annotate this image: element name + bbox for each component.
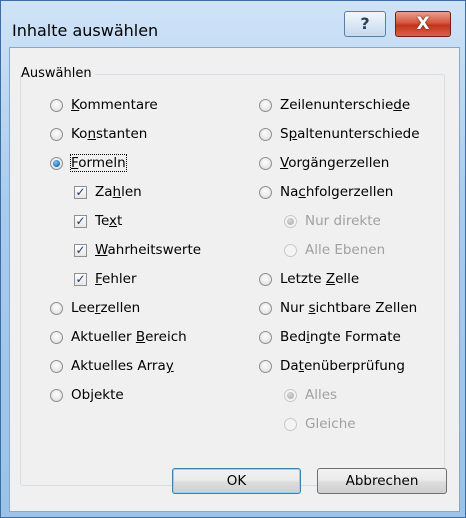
- option-zeilenunterschiede[interactable]: Zeilenunterschiede: [259, 96, 410, 114]
- option-label: Alles: [305, 387, 338, 403]
- option-label: Vorgängerzellen: [280, 155, 390, 171]
- radio-icon[interactable]: [50, 127, 63, 141]
- ok-button[interactable]: OK: [172, 468, 301, 494]
- radio-icon[interactable]: [259, 301, 272, 315]
- radio-icon[interactable]: [259, 127, 272, 141]
- cancel-button[interactable]: Abbrechen: [317, 468, 447, 494]
- checkbox-wahrheitswerte[interactable]: ✓ Wahrheitswerte: [74, 241, 201, 259]
- help-button[interactable]: ?: [344, 11, 386, 37]
- radio-icon[interactable]: [50, 330, 63, 344]
- radio-icon[interactable]: [50, 98, 63, 112]
- checkmark-icon[interactable]: ✓: [74, 214, 87, 228]
- checkbox-fehler[interactable]: ✓ Fehler: [74, 270, 137, 288]
- radio-icon[interactable]: [50, 388, 63, 402]
- checkmark-icon[interactable]: ✓: [74, 272, 87, 286]
- radio-icon[interactable]: [259, 272, 272, 286]
- checkbox-label: Fehler: [95, 271, 137, 287]
- option-nur-sichtbare-zellen[interactable]: Nur sichtbare Zellen: [259, 299, 417, 317]
- option-bedingte-formate[interactable]: Bedingte Formate: [259, 328, 401, 346]
- option-label: Bedingte Formate: [280, 329, 401, 345]
- radio-icon[interactable]: [259, 359, 272, 373]
- checkbox-label: Wahrheitswerte: [95, 242, 202, 258]
- option-label: Formeln: [70, 154, 127, 172]
- dialog-title: Inhalte auswählen: [12, 21, 159, 40]
- option-label: Zeilenunterschiede: [280, 97, 411, 113]
- option-label: Aktuelles Array: [71, 358, 174, 374]
- option-konstanten[interactable]: Konstanten: [50, 125, 147, 143]
- option-label: Konstanten: [71, 126, 148, 142]
- option-nur-direkte: Nur direkte: [284, 212, 381, 230]
- option-label: Datenüberprüfung: [280, 358, 405, 374]
- option-label: Nur sichtbare Zellen: [280, 300, 418, 316]
- radio-icon[interactable]: [259, 185, 272, 199]
- checkbox-label: Text: [95, 213, 123, 229]
- option-label: Alle Ebenen: [305, 242, 386, 258]
- checkbox-text[interactable]: ✓ Text: [74, 212, 122, 230]
- option-label: Kommentare: [71, 97, 158, 113]
- radio-icon[interactable]: [50, 301, 63, 315]
- option-objekte[interactable]: Objekte: [50, 386, 124, 404]
- help-icon: ?: [360, 14, 370, 33]
- option-aktuelles-array[interactable]: Aktuelles Array: [50, 357, 174, 375]
- option-spaltenunterschiede[interactable]: Spaltenunterschiede: [259, 125, 420, 143]
- option-letzte-zelle[interactable]: Letzte Zelle: [259, 270, 359, 288]
- checkbox-zahlen[interactable]: ✓ Zahlen: [74, 183, 142, 201]
- title-bar[interactable]: Inhalte auswählen ? X: [1, 1, 465, 47]
- radio-selected-icon: [284, 388, 297, 402]
- option-label: Aktueller Bereich: [71, 329, 187, 345]
- radio-selected-icon[interactable]: [50, 156, 63, 170]
- option-leerzellen[interactable]: Leerzellen: [50, 299, 140, 317]
- option-label: Spaltenunterschiede: [280, 126, 420, 142]
- option-label: Leerzellen: [71, 300, 141, 316]
- option-label: Nachfolgerzellen: [280, 184, 394, 200]
- option-label: Objekte: [71, 387, 124, 403]
- close-button[interactable]: X: [395, 11, 451, 37]
- radio-icon[interactable]: [50, 359, 63, 373]
- option-kommentare[interactable]: Kommentare: [50, 96, 158, 114]
- option-formeln[interactable]: Formeln: [50, 154, 127, 172]
- select-contents-dialog: Inhalte auswählen ? X Auswählen Kommenta…: [0, 0, 466, 518]
- radio-icon[interactable]: [259, 330, 272, 344]
- group-label: Auswählen: [21, 66, 95, 81]
- option-label: Nur direkte: [305, 213, 381, 229]
- checkmark-icon[interactable]: ✓: [74, 185, 87, 199]
- option-aktueller-bereich[interactable]: Aktueller Bereich: [50, 328, 187, 346]
- checkbox-label: Zahlen: [95, 184, 142, 200]
- option-vorgaengerzellen[interactable]: Vorgängerzellen: [259, 154, 389, 172]
- radio-icon: [284, 417, 297, 431]
- option-label: Letzte Zelle: [280, 271, 360, 287]
- checkmark-icon[interactable]: ✓: [74, 243, 87, 257]
- radio-icon: [284, 243, 297, 257]
- option-nachfolgerzellen[interactable]: Nachfolgerzellen: [259, 183, 393, 201]
- option-alles: Alles: [284, 386, 337, 404]
- option-label: Gleiche: [305, 416, 356, 432]
- radio-icon[interactable]: [259, 98, 272, 112]
- option-datenueberpruefung[interactable]: Datenüberprüfung: [259, 357, 405, 375]
- radio-icon[interactable]: [259, 156, 272, 170]
- option-gleiche: Gleiche: [284, 415, 356, 433]
- close-icon: X: [416, 14, 430, 34]
- option-alle-ebenen: Alle Ebenen: [284, 241, 385, 259]
- dialog-body: Auswählen Kommentare Konstanten Formeln …: [9, 47, 460, 512]
- radio-selected-icon: [284, 214, 297, 228]
